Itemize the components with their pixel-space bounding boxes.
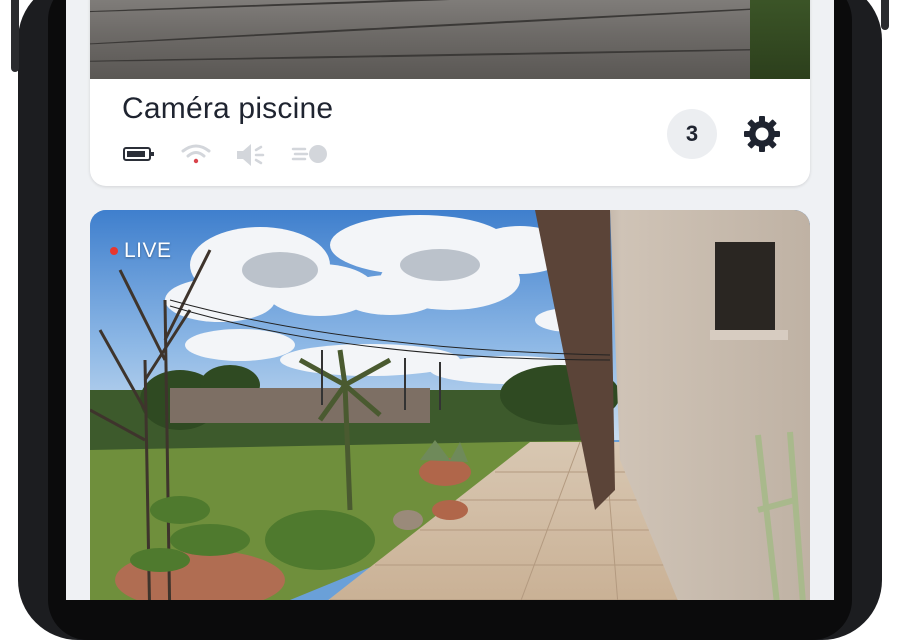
phone-side-button-left: [11, 0, 19, 72]
live-camera-card[interactable]: LIVE: [90, 210, 810, 600]
live-video-feed[interactable]: [90, 210, 810, 600]
speaker-muted-icon: [237, 144, 265, 166]
neighbor-house: [170, 388, 430, 423]
deck-plank-line: [90, 46, 810, 64]
camera-card[interactable]: Caméra piscine 3: [90, 0, 810, 186]
settings-gear-icon[interactable]: [742, 114, 782, 154]
deck-plank-line: [90, 2, 810, 48]
event-count-badge[interactable]: 3: [667, 109, 717, 159]
camera-name: Caméra piscine: [122, 92, 334, 125]
motion-sensor-icon: [291, 145, 327, 163]
thumbnail-grass: [750, 0, 810, 79]
wifi-icon: [181, 144, 211, 164]
live-indicator-dot: [110, 247, 118, 255]
window-sill: [710, 330, 788, 340]
battery-icon: [123, 147, 154, 161]
camera-thumbnail[interactable]: [90, 0, 810, 79]
app-screen: Caméra piscine 3 LIVE: [66, 0, 834, 600]
live-label: LIVE: [124, 239, 172, 262]
phone-side-button-right: [881, 0, 889, 30]
window: [715, 242, 775, 330]
